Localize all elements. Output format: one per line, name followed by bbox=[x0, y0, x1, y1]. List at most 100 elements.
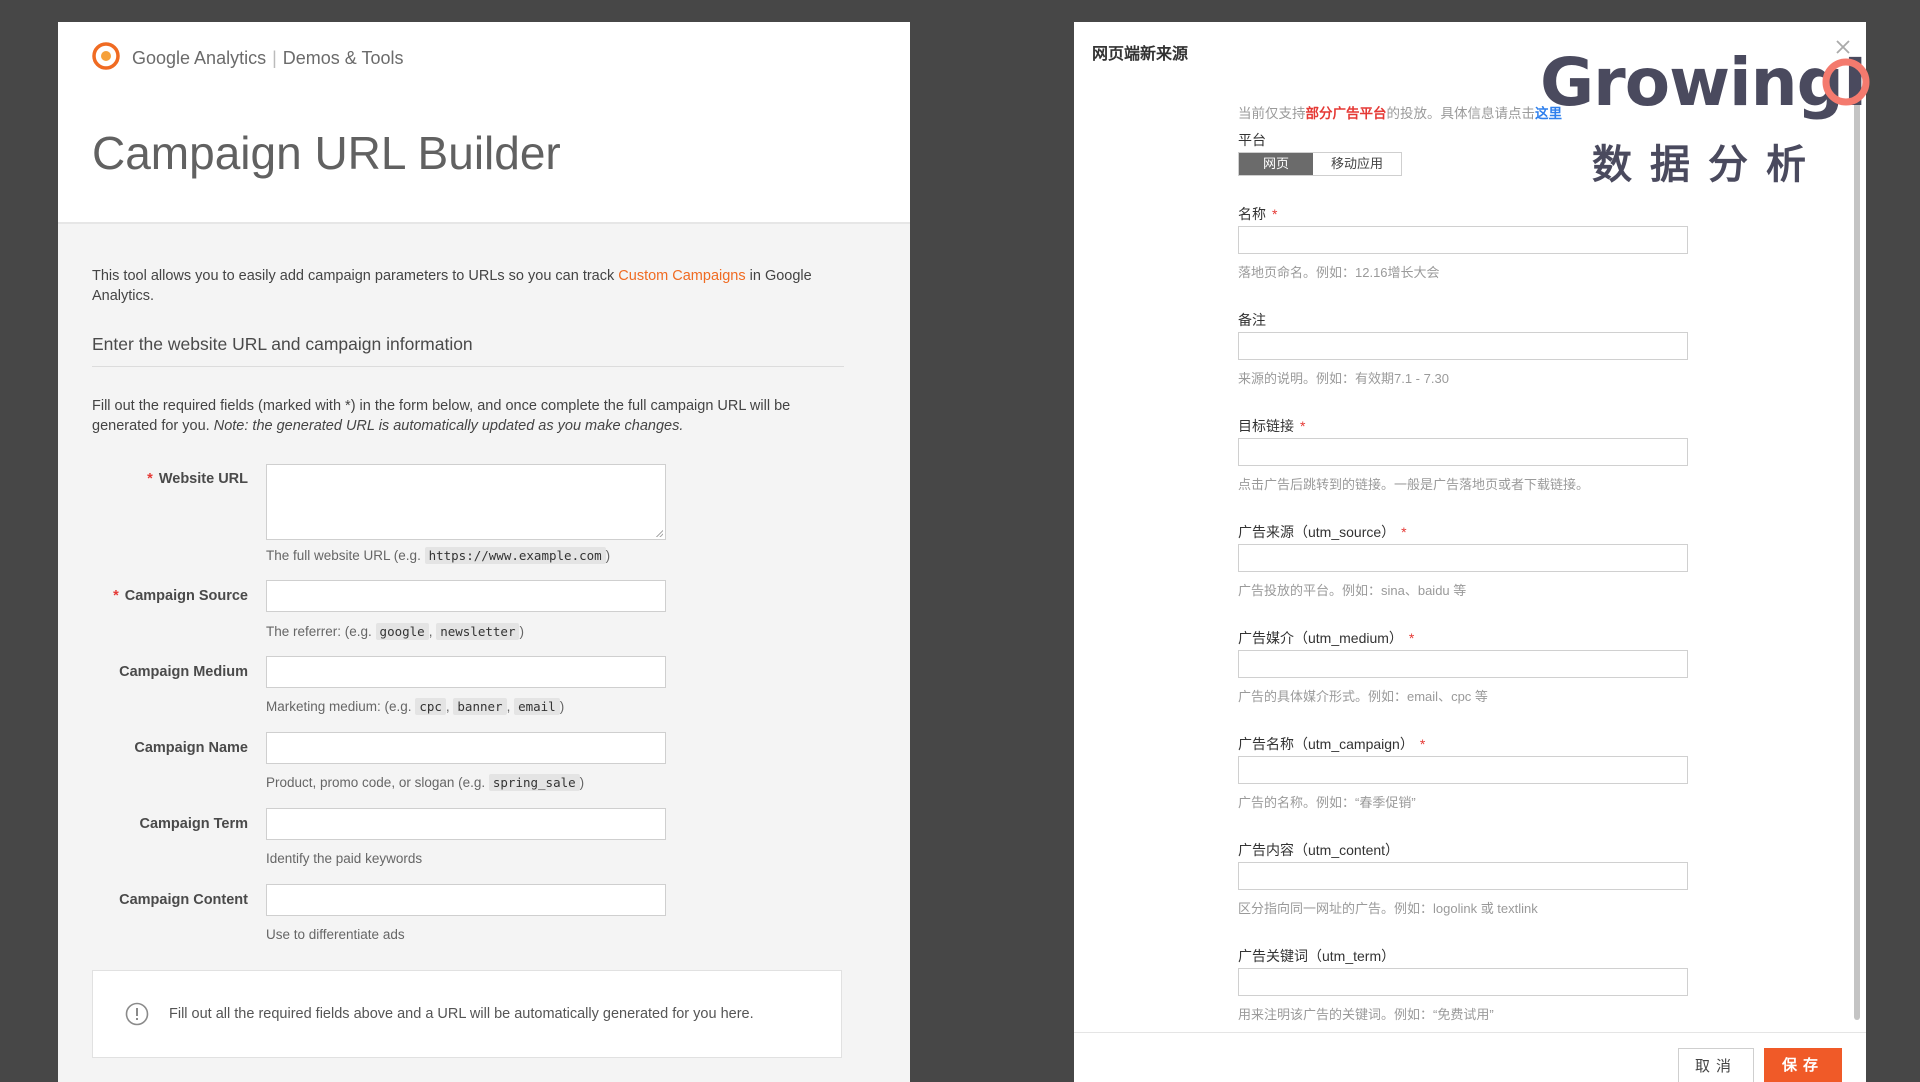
help-text: The referrer: (e.g. bbox=[266, 624, 376, 639]
help-code: google bbox=[375, 623, 429, 640]
utm-content-help: 区分指向同一网址的广告。例如：logolink 或 textlink bbox=[1238, 901, 1538, 916]
required-marker: * bbox=[1272, 206, 1278, 222]
brand-name: Google Analytics bbox=[132, 48, 267, 68]
target-link-label: 目标链接 * bbox=[1238, 416, 1305, 436]
campaign-name-input[interactable] bbox=[266, 732, 666, 764]
utm-content-input[interactable] bbox=[1238, 862, 1688, 890]
utm-medium-label: 广告媒介（utm_medium） * bbox=[1238, 628, 1414, 648]
website-url-label: * Website URL bbox=[147, 471, 248, 487]
label-text: Campaign Term bbox=[139, 816, 248, 832]
target-link-input[interactable] bbox=[1238, 438, 1688, 466]
campaign-term-input[interactable] bbox=[266, 808, 666, 840]
utm-campaign-label: 广告名称（utm_campaign） * bbox=[1238, 734, 1425, 754]
instructions-note: Note: the generated URL is automatically… bbox=[213, 418, 684, 434]
help-text: ) bbox=[605, 548, 611, 563]
help-code: https://www.example.com bbox=[424, 547, 606, 564]
required-marker: * bbox=[1300, 418, 1306, 434]
required-marker: * bbox=[1419, 736, 1426, 752]
utm-source-input[interactable] bbox=[1238, 544, 1688, 572]
section-heading: Enter the website URL and campaign infor… bbox=[92, 334, 473, 354]
label-text: Campaign Source bbox=[124, 588, 248, 604]
label-text: 广告内容（utm_content） bbox=[1238, 842, 1400, 858]
help-code: banner bbox=[453, 698, 507, 715]
website-url-textarea[interactable] bbox=[266, 464, 666, 540]
name-input[interactable] bbox=[1238, 226, 1688, 254]
campaign-medium-label: Campaign Medium bbox=[119, 664, 248, 680]
notice-text: 的投放。具体信息请点击 bbox=[1386, 106, 1536, 121]
help-code: cpc bbox=[415, 698, 446, 715]
platform-toggle: 网页 移动应用 bbox=[1238, 152, 1403, 176]
label-text: Website URL bbox=[158, 471, 248, 487]
growingio-logo: GrowingIO 数据分析 bbox=[1540, 44, 1870, 187]
campaign-content-label: Campaign Content bbox=[119, 892, 248, 908]
label-text: 广告名称（utm_campaign） bbox=[1238, 736, 1414, 752]
name-label: 名称 * bbox=[1238, 204, 1277, 224]
name-help: 落地页命名。例如：12.16增长大会 bbox=[1238, 265, 1440, 280]
save-button[interactable]: 保存 bbox=[1764, 1048, 1842, 1082]
instructions-text: Fill out the required fields (marked wit… bbox=[92, 396, 852, 436]
utm-term-label: 广告关键词（utm_term） bbox=[1238, 946, 1395, 966]
brand-divider: | bbox=[272, 48, 277, 68]
campaign-medium-help: Marketing medium: (e.g. cpc, banner, ema… bbox=[266, 698, 565, 715]
campaign-content-help: Use to differentiate ads bbox=[266, 927, 405, 942]
utm-medium-help: 广告的具体媒介形式。例如：email、cpc 等 bbox=[1238, 689, 1488, 704]
help-text: The full website URL (e.g. bbox=[266, 548, 425, 563]
page-header: Google Analytics | Demos & Tools Campaign … bbox=[58, 22, 910, 224]
notice-highlight: 部分广告平台 bbox=[1305, 106, 1387, 121]
help-code: email bbox=[514, 698, 560, 715]
target-link-help: 点击广告后跳转到的链接。一般是广告落地页或者下载链接。 bbox=[1238, 477, 1590, 492]
campaign-term-help: Identify the paid keywords bbox=[266, 851, 423, 866]
platform-tab-mobile[interactable]: 移动应用 bbox=[1313, 153, 1402, 175]
required-marker: * bbox=[1408, 630, 1415, 646]
utm-source-label: 广告来源（utm_source） * bbox=[1238, 522, 1407, 542]
campaign-content-input[interactable] bbox=[266, 884, 666, 916]
notice-text: 当前仅支持 bbox=[1238, 106, 1306, 121]
remark-input[interactable] bbox=[1238, 332, 1688, 360]
growingio-subtitle: 数据分析 bbox=[1592, 143, 1824, 187]
section-divider bbox=[92, 366, 844, 367]
required-marker: * bbox=[147, 471, 153, 487]
campaign-name-label: Campaign Name bbox=[134, 740, 248, 756]
generated-url-notice: Fill out all the required fields above a… bbox=[92, 970, 842, 1058]
help-code: newsletter bbox=[436, 623, 520, 640]
campaign-source-label: * Campaign Source bbox=[113, 588, 248, 604]
io-ring-icon bbox=[1822, 58, 1870, 106]
custom-campaigns-link[interactable]: Custom Campaigns bbox=[618, 268, 745, 284]
platform-support-notice: 当前仅支持部分广告平台的投放。具体信息请点击这里 bbox=[1238, 102, 1562, 122]
intro-before: This tool allows you to easily add campa… bbox=[92, 268, 619, 284]
help-text: ) bbox=[559, 699, 565, 714]
brand-title[interactable]: Google Analytics | Demos & Tools bbox=[132, 48, 403, 69]
utm-campaign-input[interactable] bbox=[1238, 756, 1688, 784]
campaign-url-builder-panel: Google Analytics | Demos & Tools Campaign … bbox=[58, 22, 910, 1082]
modal-title: 网页端新来源 bbox=[1092, 46, 1189, 63]
label-text: Campaign Medium bbox=[119, 664, 248, 680]
label-text: 广告关键词（utm_term） bbox=[1238, 948, 1396, 964]
brand-suffix: Demos & Tools bbox=[282, 48, 404, 68]
required-marker: * bbox=[113, 588, 119, 604]
help-text: Product, promo code, or slogan (e.g. bbox=[266, 775, 489, 790]
wordmark-growing: Growing bbox=[1540, 44, 1844, 121]
help-text: ) bbox=[519, 624, 524, 639]
intro-text: This tool allows you to easily add campa… bbox=[92, 266, 852, 306]
label-text: 名称 bbox=[1238, 206, 1266, 222]
label-text: 目标链接 bbox=[1238, 418, 1294, 434]
campaign-source-input[interactable] bbox=[266, 580, 666, 612]
help-sep: , bbox=[506, 699, 515, 714]
google-analytics-logo-icon bbox=[92, 42, 120, 70]
required-marker: * bbox=[1401, 524, 1407, 540]
campaign-medium-input[interactable] bbox=[266, 656, 666, 688]
resize-handle-icon[interactable] bbox=[656, 530, 663, 537]
info-icon bbox=[125, 1002, 149, 1026]
utm-term-help: 用来注明该广告的关键词。例如：“免费试用” bbox=[1238, 1007, 1494, 1022]
utm-content-label: 广告内容（utm_content） bbox=[1238, 840, 1399, 860]
cancel-button[interactable]: 取消 bbox=[1678, 1048, 1754, 1082]
platform-tab-web[interactable]: 网页 bbox=[1239, 153, 1313, 175]
footer-divider bbox=[1074, 1032, 1866, 1033]
campaign-name-help: Product, promo code, or slogan (e.g. spr… bbox=[266, 774, 585, 791]
utm-term-input[interactable] bbox=[1238, 968, 1688, 996]
platform-label: 平台 bbox=[1238, 132, 1266, 148]
utm-medium-input[interactable] bbox=[1238, 650, 1688, 678]
campaign-term-label: Campaign Term bbox=[139, 816, 248, 832]
modal-scrollbar[interactable] bbox=[1854, 100, 1860, 1020]
help-text: ) bbox=[579, 775, 585, 790]
